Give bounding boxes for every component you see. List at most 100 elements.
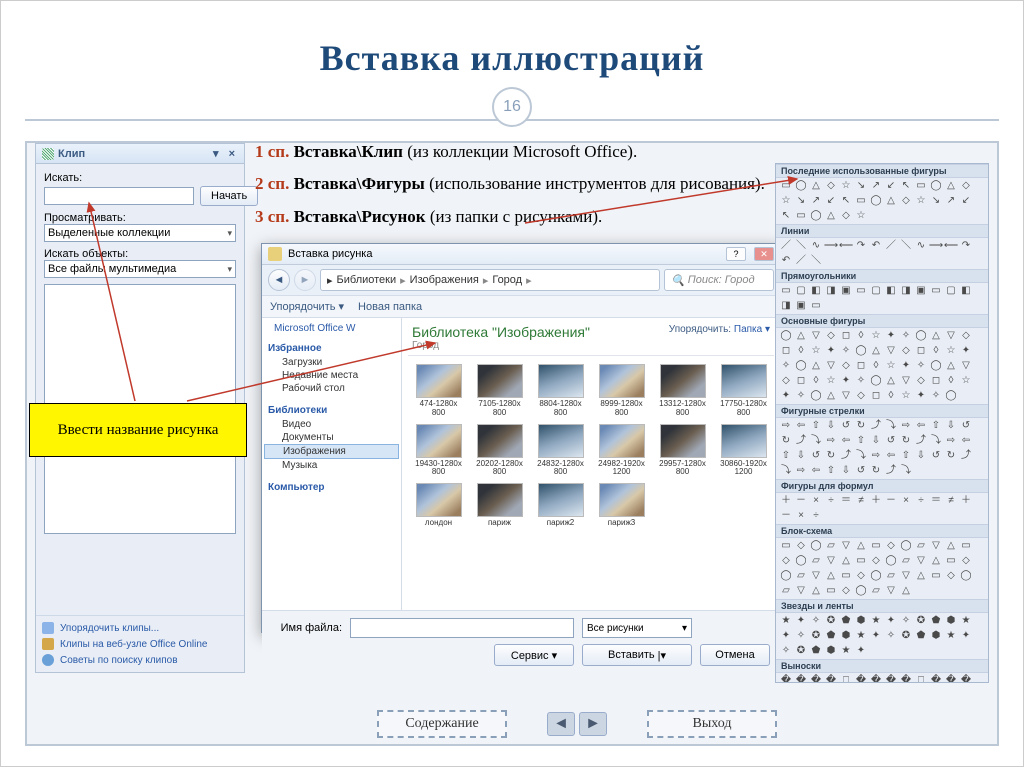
shape-glyph[interactable]: ◇: [915, 375, 927, 387]
shape-glyph[interactable]: ⇨: [795, 465, 807, 477]
shape-glyph[interactable]: ⇦: [960, 435, 972, 447]
shape-glyph[interactable]: �: [795, 675, 807, 683]
shape-glyph[interactable]: ◯: [810, 210, 822, 222]
shape-glyph[interactable]: ◯: [930, 180, 942, 192]
shape-glyph[interactable]: ▽: [900, 375, 912, 387]
shape-glyph[interactable]: ◯: [795, 360, 807, 372]
shape-glyph[interactable]: ▱: [795, 570, 807, 582]
shape-glyph[interactable]: ▭: [930, 285, 942, 297]
shape-glyph[interactable]: ／: [885, 240, 897, 252]
shape-glyph[interactable]: ⬢: [945, 615, 957, 627]
shape-glyph[interactable]: ▽: [840, 540, 852, 552]
shape-glyph[interactable]: ◇: [885, 540, 897, 552]
shape-glyph[interactable]: ◊: [930, 345, 942, 357]
shape-glyph[interactable]: ◯: [945, 390, 957, 402]
shape-glyph[interactable]: △: [885, 195, 897, 207]
shape-glyph[interactable]: ▱: [810, 555, 822, 567]
shape-glyph[interactable]: △: [900, 585, 912, 597]
shape-glyph[interactable]: ⇩: [915, 450, 927, 462]
shape-glyph[interactable]: ▭: [780, 180, 792, 192]
shape-glyph[interactable]: ▭: [780, 540, 792, 552]
shape-glyph[interactable]: �: [825, 675, 837, 683]
sidebar-office[interactable]: Microsoft Office W: [264, 322, 399, 335]
thumbnail[interactable]: париж2: [532, 483, 589, 528]
shape-glyph[interactable]: ＼: [810, 255, 822, 267]
sidebar-item[interactable]: Недавние места: [264, 369, 399, 382]
shape-glyph[interactable]: ⇧: [780, 450, 792, 462]
shape-glyph[interactable]: �: [780, 675, 792, 683]
shape-glyph[interactable]: ☆: [915, 195, 927, 207]
shape-glyph[interactable]: ×: [900, 495, 912, 507]
shape-glyph[interactable]: ↺: [885, 435, 897, 447]
shape-glyph[interactable]: ▽: [930, 540, 942, 552]
shape-glyph[interactable]: ▢: [945, 285, 957, 297]
thumbnail[interactable]: париж3: [593, 483, 650, 528]
shape-glyph[interactable]: ▭: [855, 555, 867, 567]
shape-glyph[interactable]: ÷: [825, 495, 837, 507]
shape-glyph[interactable]: ◻: [780, 345, 792, 357]
shape-glyph[interactable]: ✦: [780, 390, 792, 402]
shape-glyph[interactable]: ↘: [930, 195, 942, 207]
shape-glyph[interactable]: ✧: [915, 360, 927, 372]
shape-glyph[interactable]: ◊: [855, 330, 867, 342]
shape-glyph[interactable]: ⤵: [885, 420, 897, 432]
shape-glyph[interactable]: ⇧: [900, 450, 912, 462]
shape-glyph[interactable]: △: [810, 180, 822, 192]
shape-glyph[interactable]: ◇: [825, 330, 837, 342]
shape-glyph[interactable]: ⇧: [855, 435, 867, 447]
search-input[interactable]: [44, 187, 194, 205]
shape-glyph[interactable]: ✧: [855, 375, 867, 387]
shape-glyph[interactable]: ◇: [855, 390, 867, 402]
organize-link[interactable]: Упорядочить клипы...: [42, 620, 238, 636]
shape-glyph[interactable]: ✦: [915, 390, 927, 402]
thumbnail[interactable]: 24982-1920x1200: [593, 424, 650, 478]
shape-glyph[interactable]: ⟶: [930, 240, 942, 252]
forward-button[interactable]: ►: [294, 269, 316, 291]
shape-glyph[interactable]: △: [840, 555, 852, 567]
shape-glyph[interactable]: ★: [870, 615, 882, 627]
shape-glyph[interactable]: ∿: [915, 240, 927, 252]
shape-glyph[interactable]: △: [870, 345, 882, 357]
shape-glyph[interactable]: ÷: [915, 495, 927, 507]
shape-glyph[interactable]: ↺: [960, 420, 972, 432]
shape-glyph[interactable]: ✪: [810, 630, 822, 642]
shape-glyph[interactable]: ↺: [810, 450, 822, 462]
shape-glyph[interactable]: ◯: [810, 390, 822, 402]
new-folder-button[interactable]: Новая папка: [358, 300, 422, 313]
shape-glyph[interactable]: ◯: [870, 570, 882, 582]
shape-glyph[interactable]: ▭: [945, 555, 957, 567]
shape-glyph[interactable]: ✧: [930, 390, 942, 402]
shape-glyph[interactable]: ▭: [915, 180, 927, 192]
help-button[interactable]: ?: [726, 247, 746, 261]
shape-glyph[interactable]: ⟵: [945, 240, 957, 252]
prev-button[interactable]: ◄: [547, 712, 575, 736]
shape-glyph[interactable]: ◨: [780, 300, 792, 312]
shape-glyph[interactable]: ◻: [870, 390, 882, 402]
shape-glyph[interactable]: ◇: [840, 360, 852, 372]
shape-glyph[interactable]: ▭: [795, 210, 807, 222]
shape-glyph[interactable]: ◇: [870, 555, 882, 567]
shape-glyph[interactable]: ◊: [810, 375, 822, 387]
shape-glyph[interactable]: ↖: [840, 195, 852, 207]
shape-glyph[interactable]: ✪: [915, 615, 927, 627]
shape-glyph[interactable]: �: [900, 675, 912, 683]
shape-glyph[interactable]: ⤴: [840, 450, 852, 462]
tips-link[interactable]: Советы по поиску клипов: [42, 652, 238, 668]
shape-glyph[interactable]: ↶: [870, 240, 882, 252]
shape-glyph[interactable]: �: [810, 675, 822, 683]
shape-glyph[interactable]: ☆: [840, 180, 852, 192]
shape-glyph[interactable]: ⤴: [915, 435, 927, 447]
shape-glyph[interactable]: ☆: [780, 195, 792, 207]
shape-glyph[interactable]: △: [945, 180, 957, 192]
thumbnail[interactable]: 19430-1280x800: [410, 424, 467, 478]
shape-glyph[interactable]: ◧: [960, 285, 972, 297]
shape-glyph[interactable]: ▽: [960, 360, 972, 372]
thumbnail[interactable]: париж: [471, 483, 528, 528]
back-button[interactable]: ◄: [268, 269, 290, 291]
sidebar-favorites[interactable]: Избранное: [264, 341, 399, 356]
shape-glyph[interactable]: ◯: [930, 360, 942, 372]
shape-glyph[interactable]: ✪: [900, 630, 912, 642]
close-button[interactable]: ✕: [754, 247, 774, 261]
shape-glyph[interactable]: ◇: [960, 330, 972, 342]
shape-glyph[interactable]: ◇: [900, 195, 912, 207]
